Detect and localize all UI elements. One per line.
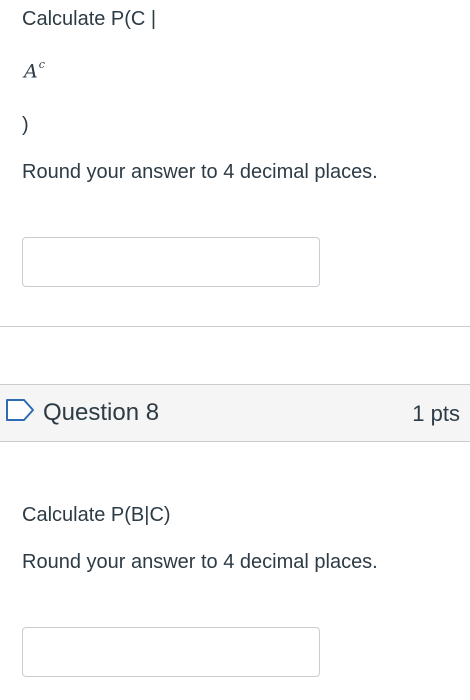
question7-prompt: Calculate P(C | bbox=[22, 8, 157, 30]
question8-answer-input[interactable] bbox=[22, 627, 320, 677]
question7-rounding-note: Round your answer to 4 decimal places. bbox=[22, 161, 378, 183]
question7-answer-input[interactable] bbox=[22, 237, 320, 287]
math-superscript: c bbox=[38, 58, 45, 71]
question8-prompt: Calculate P(B|C) bbox=[22, 504, 171, 526]
flag-outline-icon[interactable] bbox=[5, 398, 35, 422]
question8-rounding-note: Round your answer to 4 decimal places. bbox=[22, 551, 378, 573]
math-base: A bbox=[24, 60, 38, 83]
question7-math-expression: Ac bbox=[24, 58, 45, 83]
question8-header: Question 8 1 pts bbox=[0, 384, 470, 442]
question8-title: Question 8 bbox=[43, 399, 160, 426]
question7-prompt-close: ) bbox=[22, 114, 29, 136]
question-divider bbox=[0, 326, 470, 327]
question8-points: 1 pts bbox=[412, 401, 460, 426]
